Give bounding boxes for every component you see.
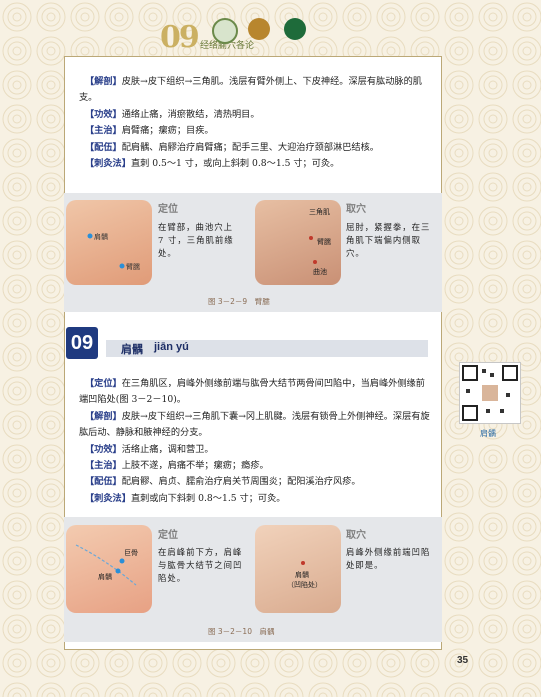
effect-line: 【功效】通络止痛，消瘀散结，清热明目。 [85,108,260,120]
photo-label: 臂臑 [317,237,331,246]
arm-photo-select: 三角肌 臂臑 曲池 [255,200,341,285]
figure-caption: 图 3－2－9 臂臑 [208,297,270,306]
shoulder-photo-locate: 巨骨 肩髃 [66,525,152,613]
acupoint-pinyin: jiān yú [154,341,189,353]
top-text-block: 【解剖】皮肤→皮下组织→三角肌。浅层有臂外侧上、下皮神经。深层有肱动脉的肌支。 … [79,74,431,172]
qr-code-icon [462,365,518,421]
select-heading: 取穴 [346,204,366,215]
needling-line: 【刺灸法】直刺或向下斜刺 0.8～1.5 寸；可灸。 [85,492,286,504]
page-number: 35 [457,655,469,666]
bottom-text-block: 【定位】在三角肌区，肩峰外侧缘前端与肱骨大结节两骨间凹陷中，当肩峰外侧缘前端凹陷… [79,376,431,507]
qr-label: 肩髃 [480,429,496,438]
combination-line: 【配伍】配肩髎、肩贞、臑俞治疗肩关节周围炎；配阳溪治疗风疹。 [85,476,361,488]
figure-circle-icon [248,18,270,40]
indication-line: 【主治】上肢不遂，肩痛不举；瘰疬；瘾疹。 [85,460,269,472]
photo-label: 肩髃 [295,570,309,579]
acupoint-name: 肩髃 [121,343,143,356]
combination-line: 【配伍】配肩髃、肩髎治疗肩臂痛；配手三里、大迎治疗颈部淋巴结核。 [85,141,379,153]
select-heading: 取穴 [346,530,366,541]
select-text: 肩峰外侧缘前端凹陷处即是。 [346,547,431,570]
select-text: 屈肘，紧握拳，在三角肌下端偏内侧取穴。 [346,222,431,258]
arm-photo-locate: 肩髃 臂臑 [66,200,152,285]
anatomy-line: 【解剖】皮肤→皮下组织→三角肌。浅层有臂外侧上、下皮神经。深层有肱动脉的肌支。 [79,76,422,104]
shoulder-photo-select: 肩髃 （凹陷处） [255,525,341,613]
photo-label: 巨骨 [124,549,138,557]
qr-code[interactable] [459,362,521,424]
location-line: 【定位】在三角肌区，肩峰外侧缘前端与肱骨大结节两骨间凹陷中，当肩峰外侧缘前端凹陷… [79,378,425,406]
photo-label: 肩髃 [94,232,108,241]
photo-label: （凹陷处） [287,580,322,589]
indication-line: 【主治】肩臂痛；瘰疬；目疾。 [85,125,214,137]
locate-text: 在臂部，曲池穴上 7 寸，三角肌前缘处。 [158,222,234,258]
photo-label: 三角肌 [309,207,330,216]
locate-heading: 定位 [158,530,178,541]
needling-line: 【刺灸法】直刺 0.5～1 寸，或向上斜刺 0.8～1.5 寸；可灸。 [85,158,340,170]
section-number-badge: 09 [66,327,98,359]
photo-label: 肩髃 [98,572,112,581]
anatomy-line: 【解剖】皮肤→皮下组织→三角肌下囊→冈上肌腱。浅层有锁骨上外侧神经。深层有旋肱后… [79,410,430,439]
effect-line: 【功效】活络止痛，调和营卫。 [85,443,214,455]
chapter-number: 09 [160,20,200,55]
photo-label: 臂臑 [126,262,140,271]
locate-heading: 定位 [158,204,178,215]
figure-caption: 图 3－2－10 肩髃 [208,627,275,636]
locate-text: 在肩峰前下方，肩峰与肱骨大结节之间凹陷处。 [158,547,243,583]
green-dot-icon [284,18,306,40]
herb-circle-icon [212,18,238,44]
photo-label: 曲池 [313,267,327,276]
